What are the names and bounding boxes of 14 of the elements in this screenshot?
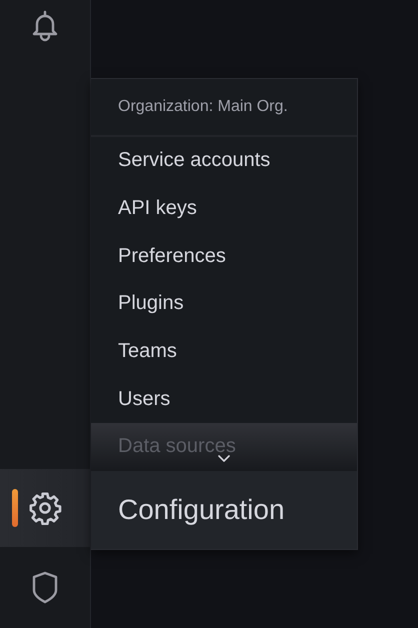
menu-item[interactable]: Users xyxy=(91,375,357,424)
menu-title: Configuration xyxy=(91,470,357,549)
menu-item[interactable]: Plugins xyxy=(91,280,357,328)
menu-item[interactable]: Service accounts xyxy=(91,137,357,185)
bell-icon[interactable] xyxy=(31,10,59,42)
shield-icon[interactable] xyxy=(31,571,59,605)
active-indicator xyxy=(12,489,18,527)
chevron-down-icon[interactable] xyxy=(218,454,230,462)
nav-item[interactable] xyxy=(0,469,90,547)
menu-header: Organization: Main Org. xyxy=(91,79,357,137)
settings-icon[interactable] xyxy=(28,491,62,525)
menu-item[interactable]: API keys xyxy=(91,184,357,232)
menu-item[interactable]: Teams xyxy=(91,328,357,376)
menu-item[interactable]: Preferences xyxy=(91,232,357,280)
